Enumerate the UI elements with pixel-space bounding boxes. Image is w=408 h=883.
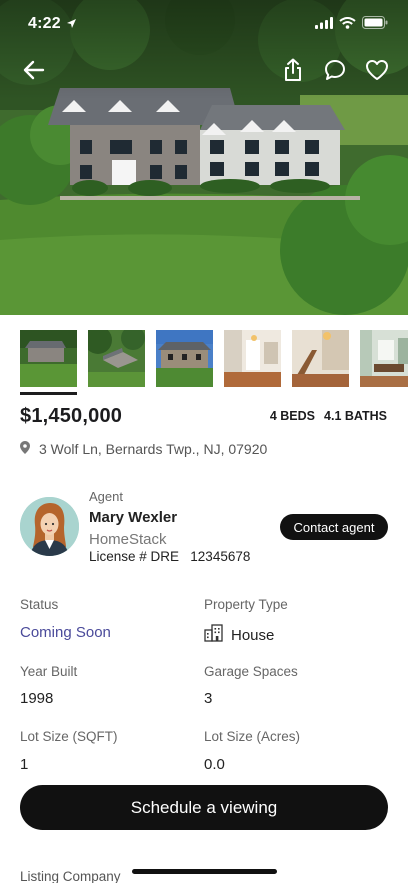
- thumbnail-5[interactable]: [292, 330, 349, 387]
- agent-license: License # DRE 12345678: [89, 549, 251, 564]
- agent-company: HomeStack: [89, 531, 167, 548]
- thumbnail-1[interactable]: [20, 330, 77, 387]
- share-icon: [285, 58, 301, 81]
- listing-address: 3 Wolf Ln, Bernards Twp., NJ, 07920: [39, 441, 268, 457]
- thumbnail-4[interactable]: [224, 330, 281, 387]
- listing-price: $1,450,000: [20, 405, 123, 427]
- lot-size-acres-value: 0.0: [204, 756, 225, 773]
- agent-caption: Agent: [89, 489, 123, 504]
- share-button[interactable]: [279, 56, 307, 84]
- cellular-signal-icon: [315, 16, 333, 34]
- message-button[interactable]: [321, 56, 349, 84]
- status-label: Status: [20, 597, 59, 612]
- listing-company-label: Listing Company: [20, 869, 121, 883]
- lot-size-acres-label: Lot Size (Acres): [204, 729, 301, 744]
- lot-size-sqft-label: Lot Size (SQFT): [20, 729, 118, 744]
- property-type-value-row: House: [204, 624, 274, 646]
- property-type-label: Property Type: [204, 597, 288, 612]
- property-type-value: House: [231, 626, 275, 644]
- back-button[interactable]: [20, 56, 48, 84]
- year-built-label: Year Built: [20, 664, 78, 679]
- address-row[interactable]: 3 Wolf Ln, Bernards Twp., NJ, 07920: [20, 441, 267, 457]
- battery-icon: [362, 16, 388, 34]
- garage-spaces-label: Garage Spaces: [204, 664, 298, 679]
- heart-icon: [366, 60, 388, 80]
- agent-avatar[interactable]: [20, 497, 79, 556]
- schedule-viewing-button[interactable]: Schedule a viewing: [20, 785, 388, 830]
- status-value: Coming Soon: [20, 624, 111, 641]
- status-bar: 4:22: [0, 0, 408, 46]
- location-arrow-icon: [66, 16, 77, 34]
- year-built-value: 1998: [20, 690, 54, 707]
- chat-bubble-icon: [325, 60, 345, 80]
- back-arrow-icon: [23, 60, 45, 80]
- thumbnail-3[interactable]: [156, 330, 213, 387]
- contact-agent-button[interactable]: Contact agent: [280, 514, 388, 540]
- baths-count: 4.1 BATHS: [324, 409, 387, 423]
- wifi-icon: [339, 16, 356, 34]
- agent-name: Mary Wexler: [89, 509, 178, 526]
- thumbnail-2[interactable]: [88, 330, 145, 387]
- hero-photo[interactable]: [0, 0, 408, 315]
- garage-spaces-value: 3: [204, 690, 213, 707]
- thumbnail-6[interactable]: [360, 330, 408, 387]
- favorite-button[interactable]: [363, 56, 391, 84]
- home-indicator[interactable]: [132, 869, 277, 874]
- selected-thumbnail-indicator: [20, 392, 77, 395]
- status-time: 4:22: [28, 15, 61, 32]
- lot-size-sqft-value: 1: [20, 756, 29, 773]
- building-icon: [204, 624, 223, 646]
- photo-thumbnails: [20, 330, 408, 387]
- listing-specs: 4 BEDS 4.1 BATHS: [270, 409, 387, 423]
- beds-count: 4 BEDS: [269, 409, 316, 423]
- location-pin-icon: [20, 441, 30, 457]
